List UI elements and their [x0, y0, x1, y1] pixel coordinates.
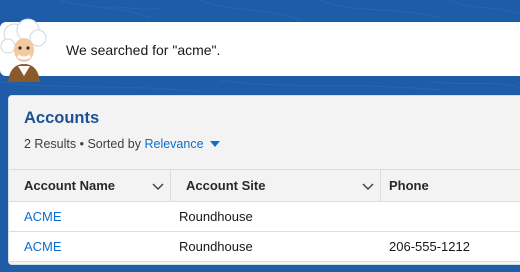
results-table: Account Name Account Site Phone ACME Rou…	[9, 169, 520, 262]
account-name-link[interactable]: ACME	[24, 202, 62, 232]
assistant-message-bar: We searched for "acme".	[0, 22, 520, 76]
phone-cell: 206-555-1212	[389, 239, 470, 254]
results-count: 2 Results	[24, 137, 77, 151]
column-header-account-name[interactable]: Account Name	[9, 170, 171, 202]
sorted-by-label: Sorted by	[87, 137, 141, 151]
table-row: ACME Roundhouse 206-555-1212	[9, 232, 520, 262]
column-header-phone[interactable]: Phone	[381, 170, 520, 202]
account-name-link[interactable]: ACME	[24, 232, 62, 262]
table-header: Account Name Account Site Phone	[9, 169, 520, 202]
table-row: ACME Roundhouse	[9, 202, 520, 232]
results-summary: 2 Results • Sorted by Relevance	[24, 137, 220, 151]
account-site-cell: Roundhouse	[179, 209, 253, 224]
einstein-mascot-icon	[0, 18, 47, 82]
caret-down-icon	[209, 140, 220, 147]
accounts-results-card: Accounts 2 Results • Sorted by Relevance…	[8, 95, 520, 265]
sort-dropdown[interactable]: Relevance	[144, 137, 220, 151]
account-site-cell: Roundhouse	[179, 239, 253, 254]
column-header-account-site[interactable]: Account Site	[171, 170, 381, 202]
sort-value: Relevance	[144, 137, 204, 151]
chevron-down-icon[interactable]	[362, 180, 374, 192]
summary-separator: •	[79, 137, 84, 151]
chevron-down-icon[interactable]	[152, 180, 164, 192]
assistant-message: We searched for "acme".	[66, 42, 221, 58]
results-title[interactable]: Accounts	[24, 109, 99, 128]
